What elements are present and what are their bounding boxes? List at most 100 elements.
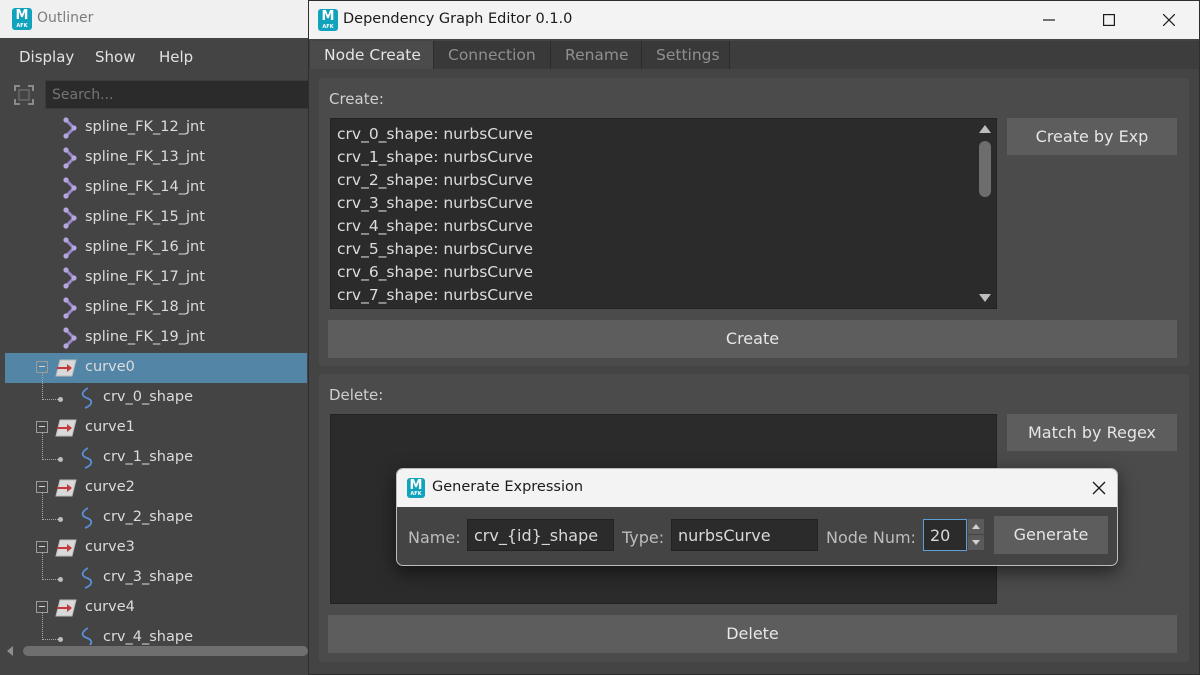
name-field[interactable] <box>467 519 614 551</box>
close-icon[interactable] <box>1091 480 1107 496</box>
tree-branch-dot <box>58 577 63 582</box>
create-list-item[interactable]: crv_5_shape: nurbsCurve <box>337 240 533 258</box>
joint-icon <box>58 116 84 140</box>
node-num-label: Node Num: <box>826 528 916 547</box>
editor-title: Dependency Graph Editor 0.1.0 <box>343 11 573 27</box>
outliner-tree-row[interactable]: spline_FK_13_jnt <box>5 143 307 173</box>
delete-panel-title: Delete: <box>329 386 384 404</box>
create-button[interactable]: Create <box>328 320 1177 358</box>
outliner-titlebar[interactable]: M AFK Outliner <box>0 0 310 38</box>
outliner-tree-row[interactable]: crv_2_shape <box>5 493 307 533</box>
joint-icon <box>58 266 84 290</box>
minimize-button[interactable] <box>1019 1 1079 39</box>
increment-icon[interactable] <box>968 519 984 534</box>
generate-button[interactable]: Generate <box>994 516 1108 554</box>
maya-app-icon: M AFK <box>12 8 32 30</box>
close-button[interactable] <box>1139 1 1199 39</box>
outliner-title: Outliner <box>37 10 94 26</box>
outliner-tree-row[interactable]: spline_FK_15_jnt <box>5 203 307 233</box>
outliner-item-label: spline_FK_16_jnt <box>85 239 205 255</box>
curve-shape-icon <box>75 506 101 530</box>
scroll-up-icon[interactable] <box>979 125 991 133</box>
curve-shape-icon <box>75 566 101 590</box>
menu-help[interactable]: Help <box>159 48 193 66</box>
scrollbar-thumb[interactable] <box>979 141 991 197</box>
collapse-icon[interactable] <box>36 421 48 433</box>
outliner-window: M AFK Outliner Display Show Help spline_… <box>0 0 310 675</box>
close-icon <box>1163 14 1175 26</box>
outliner-item-label: crv_1_shape <box>103 449 193 465</box>
tab-rename[interactable]: Rename <box>551 41 642 69</box>
node-num-spinbox[interactable] <box>923 519 967 551</box>
tree-branch-line <box>42 613 62 640</box>
tab-settings[interactable]: Settings <box>642 41 730 69</box>
outliner-item-label: spline_FK_13_jnt <box>85 149 205 165</box>
create-list-item[interactable]: crv_1_shape: nurbsCurve <box>337 148 533 166</box>
scrollbar-thumb[interactable] <box>23 646 308 656</box>
create-list-item[interactable]: crv_2_shape: nurbsCurve <box>337 171 533 189</box>
joint-icon <box>58 206 84 230</box>
editor-titlebar[interactable]: M AFK Dependency Graph Editor 0.1.0 <box>309 1 1199 39</box>
create-list-item[interactable]: crv_7_shape: nurbsCurve <box>337 286 533 304</box>
outliner-horizontal-scrollbar[interactable] <box>5 645 308 657</box>
create-list-item[interactable]: crv_4_shape: nurbsCurve <box>337 217 533 235</box>
tree-branch-dot <box>58 517 63 522</box>
tree-branch-dot <box>58 637 63 642</box>
outliner-item-label: curve2 <box>85 479 135 495</box>
outliner-tree-row[interactable]: crv_3_shape <box>5 553 307 593</box>
tree-branch-line <box>42 493 62 520</box>
outliner-tree-row[interactable]: spline_FK_16_jnt <box>5 233 307 263</box>
outliner-tree-row[interactable]: spline_FK_14_jnt <box>5 173 307 203</box>
delete-button[interactable]: Delete <box>328 615 1177 653</box>
scroll-left-icon[interactable] <box>7 646 13 656</box>
joint-icon <box>58 146 84 170</box>
create-list-item[interactable]: crv_0_shape: nurbsCurve <box>337 125 533 143</box>
tree-branch-line <box>42 373 62 400</box>
editor-tabs: Node Create Connection Rename Settings <box>309 41 1199 69</box>
menu-show[interactable]: Show <box>95 48 135 66</box>
collapse-icon[interactable] <box>36 601 48 613</box>
outliner-tree-row[interactable]: crv_0_shape <box>5 373 307 413</box>
collapse-icon[interactable] <box>36 481 48 493</box>
create-by-exp-button[interactable]: Create by Exp <box>1007 118 1177 155</box>
outliner-item-label: crv_2_shape <box>103 509 193 525</box>
outliner-menubar: Display Show Help <box>0 38 310 76</box>
create-list-scrollbar[interactable] <box>975 119 995 308</box>
maximize-button[interactable] <box>1079 1 1139 39</box>
scroll-down-icon[interactable] <box>979 294 991 302</box>
outliner-item-label: crv_4_shape <box>103 629 193 645</box>
tab-connection[interactable]: Connection <box>434 41 551 69</box>
outliner-tree-row[interactable]: crv_1_shape <box>5 433 307 473</box>
tab-node-create[interactable]: Node Create <box>310 41 434 69</box>
maya-app-icon: M AFK <box>318 9 338 31</box>
dialog-titlebar[interactable]: M AFK Generate Expression <box>397 469 1117 507</box>
dependency-graph-editor-window: M AFK Dependency Graph Editor 0.1.0 Node… <box>308 0 1200 675</box>
outliner-tree-row[interactable]: spline_FK_18_jnt <box>5 293 307 323</box>
collapse-icon[interactable] <box>36 361 48 373</box>
create-list-item[interactable]: crv_6_shape: nurbsCurve <box>337 263 533 281</box>
decrement-icon[interactable] <box>968 535 984 550</box>
outliner-item-label: crv_3_shape <box>103 569 193 585</box>
maya-app-icon: M AFK <box>407 478 425 498</box>
type-field[interactable] <box>671 519 818 551</box>
outliner-tree-row[interactable]: spline_FK_12_jnt <box>5 113 307 143</box>
menu-display[interactable]: Display <box>19 48 74 66</box>
frame-selection-icon[interactable] <box>13 84 35 106</box>
outliner-item-label: crv_0_shape <box>103 389 193 405</box>
collapse-icon[interactable] <box>36 541 48 553</box>
node-num-stepper[interactable] <box>968 519 984 551</box>
match-by-regex-button[interactable]: Match by Regex <box>1007 414 1177 451</box>
tree-branch-dot <box>58 397 63 402</box>
outliner-tree-row[interactable]: spline_FK_17_jnt <box>5 263 307 293</box>
outliner-item-label: spline_FK_18_jnt <box>85 299 205 315</box>
outliner-item-label: curve3 <box>85 539 135 555</box>
outliner-tree-row[interactable]: spline_FK_19_jnt <box>5 323 307 353</box>
outliner-tree-row[interactable]: crv_4_shape <box>5 613 307 645</box>
create-list-item[interactable]: crv_3_shape: nurbsCurve <box>337 194 533 212</box>
outliner-item-label: spline_FK_15_jnt <box>85 209 205 225</box>
outliner-search-input[interactable] <box>45 80 310 109</box>
generate-expression-dialog: M AFK Generate Expression Name: Type: No… <box>396 468 1118 566</box>
outliner-item-label: curve1 <box>85 419 135 435</box>
tree-branch-line <box>42 553 62 580</box>
create-node-list[interactable]: crv_7_shape: nurbsCurve crv_6_shape: nurb… <box>330 118 997 309</box>
